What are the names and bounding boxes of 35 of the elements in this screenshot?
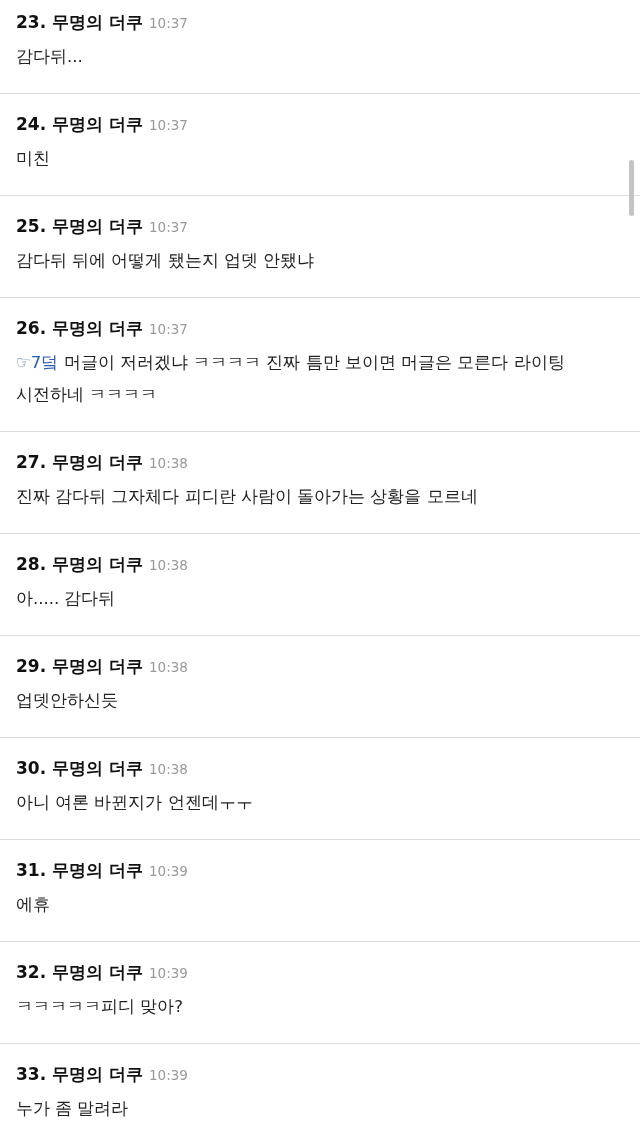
comment-time: 10:37 bbox=[148, 116, 188, 135]
comment-author: 24. 무명의 더쿠 bbox=[16, 113, 143, 136]
comment-author: 23. 무명의 더쿠 bbox=[16, 11, 143, 34]
comment-time: 10:38 bbox=[148, 760, 188, 779]
comment-text: ㅋㅋㅋㅋㅋ피디 맞아? bbox=[16, 996, 184, 1018]
comment-text: 에휴 bbox=[16, 894, 51, 916]
comment-time: 10:38 bbox=[148, 454, 188, 473]
comment-time: 10:37 bbox=[148, 14, 188, 33]
scrollbar[interactable] bbox=[629, 160, 634, 216]
comment-author: 33. 무명의 더쿠 bbox=[16, 1063, 143, 1086]
comment-text: ☞7덬 머글이 저러겠냐 ㅋㅋㅋㅋ 진짜 틈만 보이면 머글은 모른다 라이팅 시전하네 ㅋㅋㅋㅋ bbox=[16, 352, 566, 406]
comment-text: 감다뒤... bbox=[16, 46, 84, 68]
comment-author: 29. 무명의 더쿠 bbox=[16, 655, 143, 678]
comment-time: 10:39 bbox=[148, 862, 188, 881]
comment-author: 28. 무명의 더쿠 bbox=[16, 553, 143, 576]
comment-text: 아니 여론 바뀐지가 언젠데ㅜㅜ bbox=[16, 792, 254, 814]
comment-time: 10:39 bbox=[148, 1066, 188, 1085]
comment-author: 27. 무명의 더쿠 bbox=[16, 451, 143, 474]
comment-author: 31. 무명의 더쿠 bbox=[16, 859, 143, 882]
comment-author: 26. 무명의 더쿠 bbox=[16, 317, 143, 340]
comment-text: 업뎃안하신듯 bbox=[16, 690, 119, 712]
comment-text: 미친 bbox=[16, 148, 51, 170]
comment-author: 32. 무명의 더쿠 bbox=[16, 961, 143, 984]
comment-time: 10:38 bbox=[148, 658, 188, 677]
comment-text: 진짜 감다뒤 그자체다 피디란 사람이 돌아가는 상황을 모르네 bbox=[16, 486, 479, 508]
comment-text: 아..... 감다뒤 bbox=[16, 588, 117, 610]
comment-author: 30. 무명의 더쿠 bbox=[16, 757, 143, 780]
comment-author: 25. 무명의 더쿠 bbox=[16, 215, 143, 238]
comment-time: 10:39 bbox=[148, 964, 188, 983]
comment-time: 10:37 bbox=[148, 320, 188, 339]
comment-text: 감다뒤 뒤에 어떻게 됐는지 업뎃 안됐냐 bbox=[16, 250, 316, 272]
comment-text: 누가 좀 말려라 bbox=[16, 1098, 130, 1120]
comment-time: 10:38 bbox=[148, 556, 188, 575]
reply-link[interactable]: ☞7덬 bbox=[16, 353, 59, 372]
comment-time: 10:37 bbox=[148, 218, 188, 237]
